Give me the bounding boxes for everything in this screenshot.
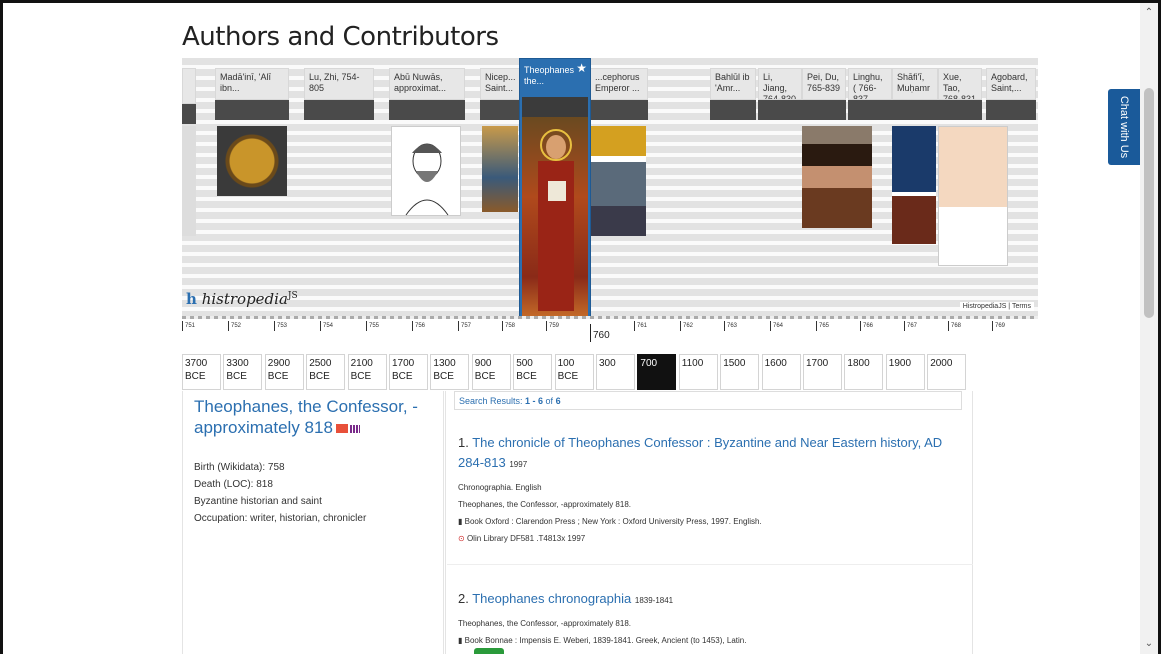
current-year-marker: 760: [590, 324, 610, 342]
timeline-card-pei-du[interactable]: Pei, Du, 765-839: [802, 68, 872, 228]
axis-tick: 757: [458, 321, 471, 331]
author-facts: Birth (Wikidata): 758 Death (LOC): 818 B…: [194, 459, 366, 527]
era-button[interactable]: 1700: [803, 354, 842, 390]
era-button[interactable]: 700: [637, 354, 677, 390]
result-title-link[interactable]: The chronicle of Theophanes Confessor : …: [458, 435, 942, 470]
era-button[interactable]: 900 BCE: [471, 354, 511, 390]
star-icon[interactable]: ★: [576, 61, 587, 75]
sketch-portrait-icon: [405, 143, 449, 216]
axis-tick: 762: [680, 321, 693, 331]
axis-tick: 759: [546, 321, 559, 331]
location-pin-icon: ⊙: [458, 534, 465, 543]
coin-icon: [217, 126, 287, 196]
timeline-card-nicephorus-saint[interactable]: Nicep... Saint...: [480, 68, 520, 212]
axis-tick: 758: [502, 321, 515, 331]
axis-tick: 768: [948, 321, 961, 331]
page-title: Authors and Contributors: [182, 22, 499, 52]
search-results-summary: Search Results: 1 - 6 of 6: [454, 391, 962, 410]
coins: [590, 126, 646, 236]
icon-painting: [522, 117, 588, 317]
birth: Birth (Wikidata): 758: [194, 462, 285, 473]
chinese-portrait: [802, 126, 872, 228]
era-button[interactable]: 3700 BCE: [182, 354, 221, 390]
book-icon: ▮: [458, 636, 463, 645]
terms-link[interactable]: HistropediaJS | Terms: [959, 302, 1034, 311]
timeline-card-bahlul[interactable]: Bahlūl ib 'Amr...: [710, 68, 756, 120]
histropedia-logo[interactable]: h histropediaJS: [186, 290, 298, 308]
era-button[interactable]: 500 BCE: [513, 354, 553, 390]
availability-tag[interactable]: [474, 648, 504, 654]
timeline-card-xue-tao[interactable]: Xue, Tao, 768-831: [938, 68, 1008, 266]
result-item: 2. Theophanes chronographia 1839-1841 Th…: [458, 591, 747, 645]
author-panel: Theophanes, the Confessor, -approximatel…: [182, 391, 444, 654]
timeline-card-linghu[interactable]: Linghu, ( 766-837: [848, 68, 892, 120]
results-panel: Search Results: 1 - 6 of 6 1. The chroni…: [445, 391, 973, 654]
axis-tick: 766: [860, 321, 873, 331]
timeline-card-nicephorus-emperor[interactable]: ...cephorus Emperor ...: [590, 68, 648, 236]
result-item: 1. The chronicle of Theophanes Confessor…: [458, 435, 943, 543]
author-name-link[interactable]: Theophanes, the Confessor, -approximatel…: [194, 396, 434, 438]
timeline-card-agobard[interactable]: Agobard, Saint,...: [986, 68, 1036, 120]
era-button[interactable]: 300: [596, 354, 635, 390]
era-button[interactable]: 1100: [678, 354, 718, 390]
era-button[interactable]: 1600: [761, 354, 801, 390]
barcode-icon[interactable]: [349, 424, 360, 433]
location-link[interactable]: Olin Library DF581 .T4813x 1997: [467, 534, 585, 543]
era-button[interactable]: 1900: [885, 354, 925, 390]
axis-tick: 751: [182, 321, 195, 331]
card-image: [182, 126, 196, 236]
timeline-card-abu-nuwas[interactable]: Abū Nuwās, approximat...: [389, 68, 465, 216]
axis-tick: 755: [366, 321, 379, 331]
scroll-down-icon[interactable]: ⌄: [1143, 638, 1155, 650]
death: Death (LOC): 818: [194, 479, 273, 490]
axis-tick: 754: [320, 321, 333, 331]
scroll-up-icon[interactable]: ⌃: [1143, 7, 1155, 19]
scroll-thumb[interactable]: [1144, 88, 1154, 318]
timeline-card-li-jiang[interactable]: Li, Jiang, 764-830: [758, 68, 802, 120]
axis-tick: 769: [992, 321, 1005, 331]
axis-tick: 756: [412, 321, 425, 331]
timeline-card-madaini[interactable]: Madā'inī, 'Alī ibn...: [215, 68, 289, 196]
book-icon: ▮: [458, 517, 463, 526]
tile-pattern: [892, 126, 936, 244]
page-scrollbar[interactable]: ⌃ ⌄: [1140, 3, 1158, 654]
timeline-axis[interactable]: 751 752 753 754 755 756 757 758 759 761 762 763 764 7…: [182, 316, 1038, 342]
axis-tick: 764: [770, 321, 783, 331]
era-button[interactable]: 100 BCE: [554, 354, 594, 390]
axis-tick: 753: [274, 321, 287, 331]
ink-drawing: [938, 126, 1008, 266]
histropedia-mark-icon: h: [186, 290, 197, 308]
axis-tick: 765: [816, 321, 829, 331]
axis-tick: 761: [634, 321, 647, 331]
era-button[interactable]: 1800: [844, 354, 884, 390]
timeline-card-shafii[interactable]: Shāfi'ī, Muḥamr: [892, 68, 938, 244]
timeline-card-lu-zhi[interactable]: Lu, Zhi, 754-805: [304, 68, 374, 120]
era-button[interactable]: 1500: [720, 354, 760, 390]
era-button[interactable]: 2500 BCE: [306, 354, 346, 390]
timeline-viewport[interactable]: Madā'inī, 'Alī ibn... Lu, Zhi, 754-805 A…: [182, 58, 1038, 318]
occupation: Occupation: writer, historian, chronicle…: [194, 513, 367, 524]
description: Byzantine historian and saint: [194, 496, 322, 507]
source-badge-icon[interactable]: [335, 424, 348, 434]
axis-tick: 767: [904, 321, 917, 331]
timeline-card-partial[interactable]: [182, 68, 196, 236]
era-button[interactable]: 2100 BCE: [347, 354, 387, 390]
era-button[interactable]: 3300 BCE: [223, 354, 263, 390]
result-title-link[interactable]: Theophanes chronographia: [472, 591, 631, 606]
axis-tick: 763: [724, 321, 737, 331]
sketch-portrait: [391, 126, 461, 216]
chat-button[interactable]: Chat with Us: [1108, 89, 1140, 165]
axis-tick: 752: [228, 321, 241, 331]
era-button[interactable]: 1700 BCE: [389, 354, 428, 390]
timeline-card-selected-theophanes[interactable]: Theophanes the... ★: [519, 58, 591, 318]
painting: [482, 126, 518, 212]
era-button[interactable]: 1300 BCE: [430, 354, 470, 390]
era-button[interactable]: 2900 BCE: [264, 354, 304, 390]
era-button[interactable]: 2000: [927, 354, 967, 390]
